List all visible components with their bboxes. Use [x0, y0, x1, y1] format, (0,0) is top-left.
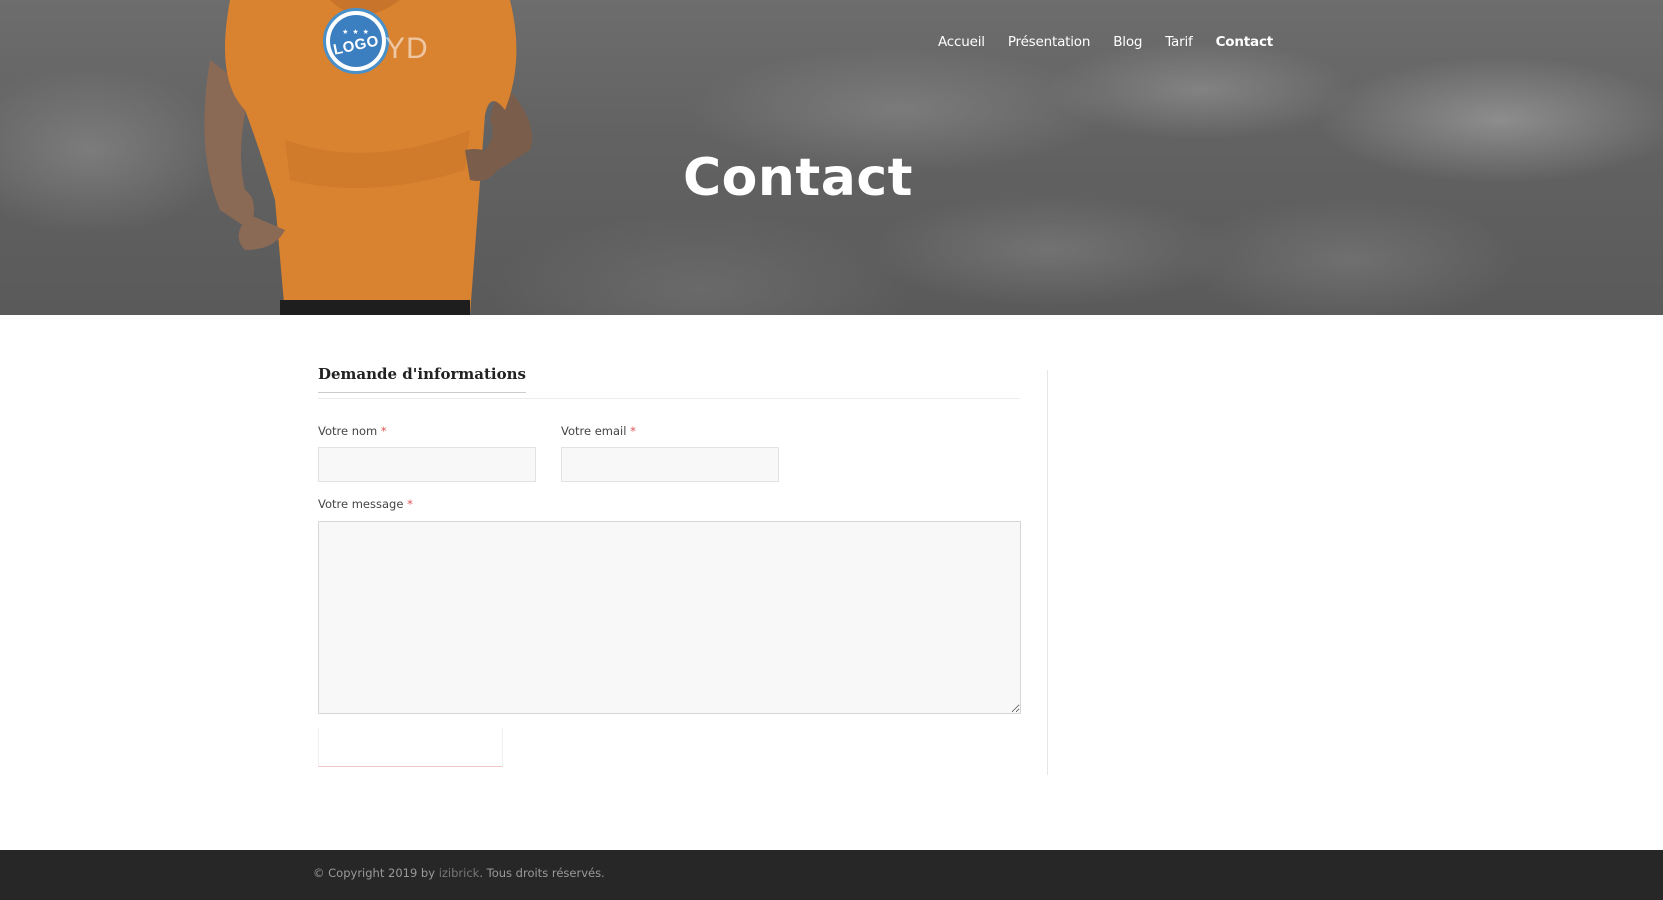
form-title: Demande d'informations: [318, 365, 526, 393]
name-required-mark: *: [380, 424, 387, 438]
hero-banner: ★ ★ ★ LOGO YD Accueil Présentation Blog …: [0, 0, 1663, 315]
column-divider: [1047, 370, 1048, 775]
message-textarea[interactable]: [318, 521, 1021, 714]
name-input[interactable]: [318, 447, 536, 482]
nav-item-presentation[interactable]: Présentation: [1008, 34, 1091, 50]
logo-text: LOGO: [331, 31, 381, 59]
nav-item-tarif[interactable]: Tarif: [1165, 34, 1193, 50]
message-label: Votre message *: [318, 497, 413, 511]
email-required-mark: *: [630, 424, 636, 438]
contact-form: Demande d'informations Votre nom * Votre…: [318, 365, 1021, 767]
brand-text: YD: [385, 32, 429, 65]
copyright-text: © Copyright 2019 by izibrick. Tous droit…: [313, 866, 605, 880]
page-title: Contact: [682, 148, 914, 208]
site-footer: © Copyright 2019 by izibrick. Tous droit…: [0, 850, 1663, 900]
copyright-prefix: © Copyright 2019 by: [313, 866, 439, 880]
email-input[interactable]: [561, 447, 779, 482]
main-nav: Accueil Présentation Blog Tarif Contact: [938, 34, 1296, 50]
name-label: Votre nom *: [318, 424, 387, 438]
form-title-divider: [318, 398, 1020, 399]
nav-item-accueil[interactable]: Accueil: [938, 34, 985, 50]
izibrick-link[interactable]: izibrick: [439, 866, 480, 880]
logo-badge-icon: ★ ★ ★ LOGO: [330, 15, 382, 67]
message-required-mark: *: [407, 497, 413, 511]
site-logo[interactable]: ★ ★ ★ LOGO: [323, 8, 389, 74]
email-label: Votre email *: [561, 424, 636, 438]
message-label-text: Votre message: [318, 497, 404, 511]
email-label-text: Votre email: [561, 424, 627, 438]
nav-item-blog[interactable]: Blog: [1113, 34, 1142, 50]
name-label-text: Votre nom: [318, 424, 378, 438]
nav-item-contact[interactable]: Contact: [1216, 34, 1274, 50]
submit-button[interactable]: [318, 728, 503, 767]
copyright-suffix: . Tous droits réservés.: [479, 866, 605, 880]
